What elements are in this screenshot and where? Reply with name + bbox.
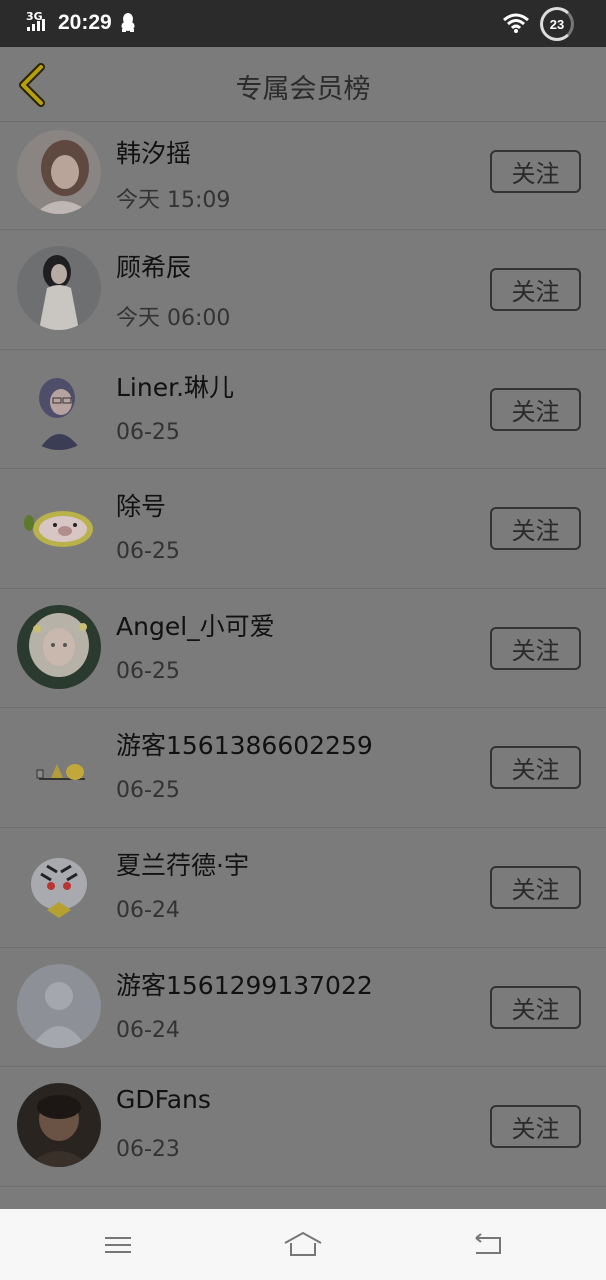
member-name: 顾希辰	[116, 253, 192, 282]
page-title: 专属会员榜	[235, 74, 371, 105]
member-name: 游客1561299137022	[116, 970, 373, 1000]
list-item[interactable]: Angel_小可爱 06-25 关注	[0, 589, 606, 709]
status-bar: 3G 20:29 23	[0, 0, 606, 47]
member-name: 夏兰荇德·宇	[116, 850, 249, 880]
member-time: 06-24	[116, 897, 180, 923]
home-icon	[284, 1231, 322, 1256]
dark-photo-avatar[interactable]	[17, 1083, 101, 1168]
qq-penguin-icon	[120, 12, 136, 36]
back-nav-button[interactable]	[468, 1229, 508, 1261]
follow-button[interactable]: 关注	[490, 865, 581, 909]
list-item[interactable]: 除号 06-25 关注	[0, 469, 606, 589]
member-name: 除号	[116, 492, 167, 522]
member-list: 韩汐摇 今天 15:09 关注 顾希辰 今天 06:00 关注 Liner.琳儿…	[0, 122, 606, 1187]
list-item[interactable]: 夏兰荇德·宇 06-24 关注	[0, 828, 606, 948]
pig-lemon-avatar[interactable]	[17, 485, 101, 570]
member-time: 06-24	[116, 1017, 180, 1043]
member-time: 06-25	[116, 419, 180, 445]
system-nav-bar	[0, 1209, 606, 1280]
wifi-icon	[502, 12, 530, 38]
girl-white-dress-avatar[interactable]	[17, 246, 101, 330]
list-item[interactable]: 韩汐摇 今天 15:09 关注	[0, 122, 606, 230]
follow-button[interactable]: 关注	[490, 150, 581, 193]
member-time: 06-23	[116, 1137, 180, 1163]
battery-icon: 23	[540, 7, 574, 41]
member-name: Liner.琳儿	[116, 372, 235, 402]
anime-white-hair-avatar[interactable]	[17, 604, 101, 689]
member-name: GDFans	[116, 1085, 211, 1115]
follow-button[interactable]: 关注	[490, 985, 581, 1029]
member-time: 06-25	[116, 658, 180, 684]
member-name: 游客1561386602259	[116, 731, 373, 761]
member-time: 今天 06:00	[116, 306, 231, 331]
girl-portrait-avatar[interactable]	[17, 130, 101, 214]
member-time: 今天 15:09	[116, 188, 231, 213]
anime-girl-glasses-avatar[interactable]	[17, 365, 101, 450]
list-item[interactable]: 顾希辰 今天 06:00 关注	[0, 230, 606, 350]
follow-button[interactable]: 关注	[490, 626, 581, 670]
list-item[interactable]: Liner.琳儿 06-25 关注	[0, 350, 606, 470]
member-time: 06-25	[116, 539, 180, 565]
follow-button[interactable]: 关注	[490, 507, 581, 551]
default-person-avatar[interactable]	[17, 963, 101, 1048]
battery-level: 23	[549, 16, 565, 32]
member-time: 06-25	[116, 778, 180, 804]
menu-icon	[105, 1237, 131, 1253]
status-time: 20:29	[58, 11, 112, 34]
follow-button[interactable]: 关注	[490, 268, 581, 311]
follow-button[interactable]: 关注	[490, 387, 581, 431]
follow-button[interactable]: 关注	[490, 1105, 581, 1149]
home-button[interactable]	[283, 1229, 323, 1261]
list-item[interactable]: GDFans 06-23 关注	[0, 1067, 606, 1187]
small-characters-avatar[interactable]	[17, 724, 101, 809]
return-icon	[475, 1233, 501, 1254]
member-name: Angel_小可爱	[116, 611, 275, 641]
follow-button[interactable]: 关注	[490, 746, 581, 790]
menu-button[interactable]	[98, 1229, 138, 1261]
signal-icon	[27, 19, 45, 31]
tiger-avatar[interactable]	[17, 843, 101, 928]
list-item[interactable]: 游客1561299137022 06-24 关注	[0, 948, 606, 1068]
member-name: 韩汐摇	[116, 139, 192, 168]
list-item[interactable]: 游客1561386602259 06-25 关注	[0, 708, 606, 828]
app-header: 专属会员榜	[0, 47, 606, 122]
